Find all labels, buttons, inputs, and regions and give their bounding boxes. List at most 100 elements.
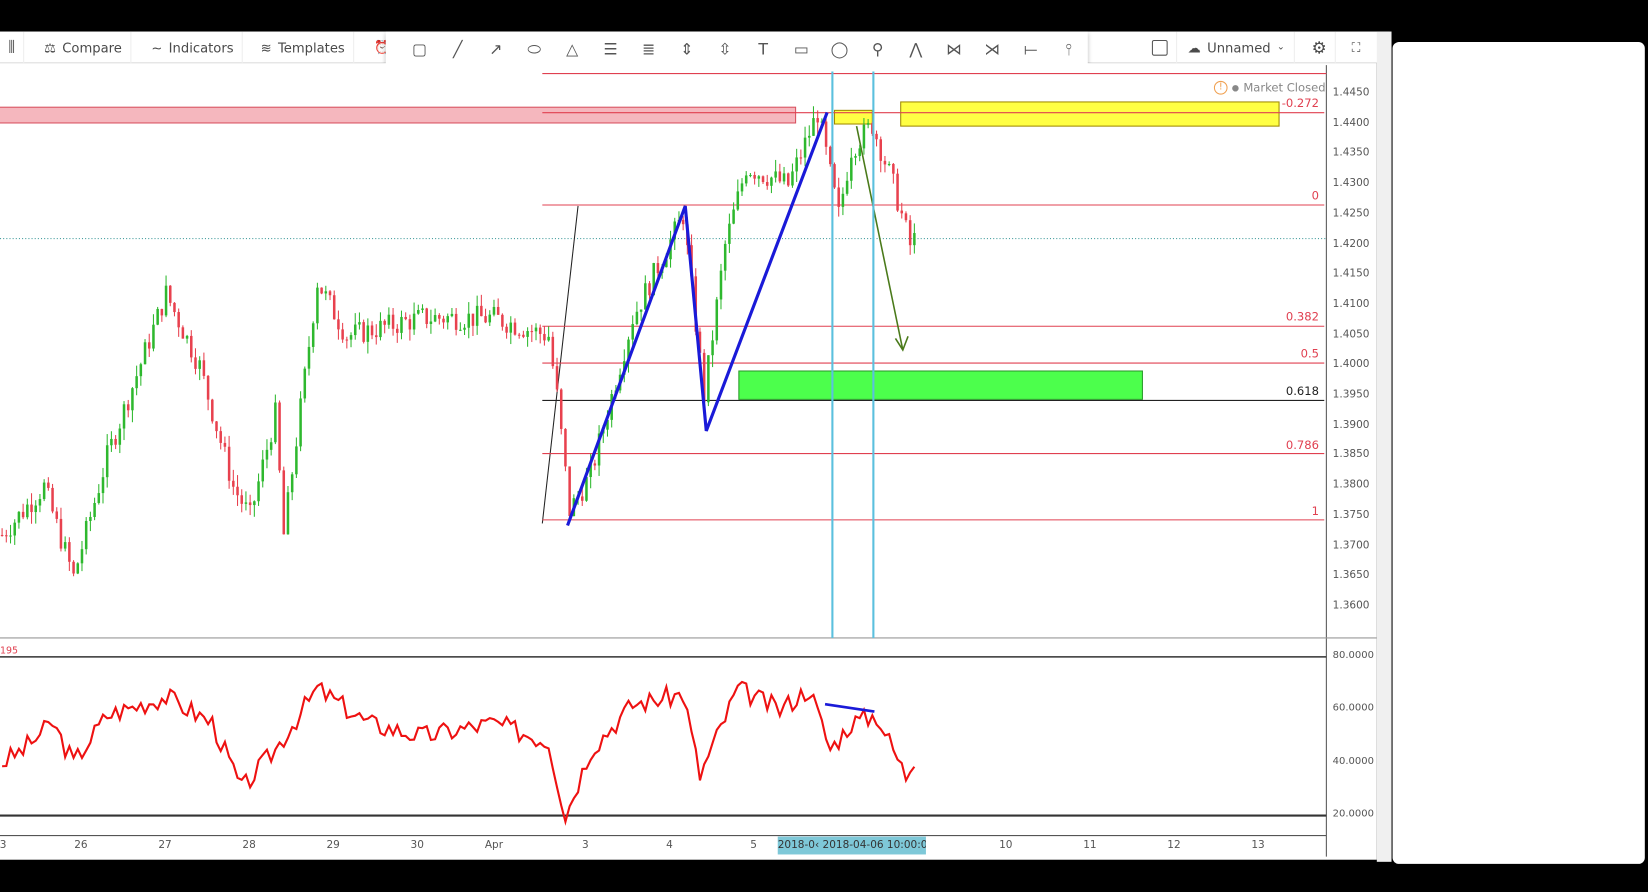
candle-body [202, 360, 206, 376]
rsi-tick-label: 20.0000 [1332, 808, 1374, 820]
demand-zone [738, 370, 1143, 400]
candle-body [433, 315, 437, 322]
candle-body [63, 542, 67, 549]
candle-body [740, 183, 744, 192]
candle-body [417, 310, 420, 314]
candle-body [559, 389, 563, 429]
candle-body [446, 316, 449, 323]
price-chart[interactable] [0, 0, 1377, 862]
candle-body [803, 137, 807, 158]
candle-body [303, 368, 307, 399]
candle-body [707, 355, 710, 403]
candle-body [47, 482, 50, 488]
candle-body [765, 182, 769, 186]
candle-body [892, 163, 895, 174]
candle-body [644, 283, 647, 310]
price-tick-label: 1.4450 [1332, 87, 1370, 99]
candle-body [757, 176, 761, 179]
candle-body [715, 299, 719, 341]
candle-body [656, 263, 660, 274]
candle-body [122, 404, 126, 429]
candle-body [59, 518, 63, 549]
candle-body [328, 291, 332, 296]
candle-body [391, 314, 395, 329]
candle-body [105, 445, 109, 478]
candle-body [522, 334, 525, 337]
candle-body [362, 322, 365, 342]
candle-body [786, 173, 790, 186]
time-tick-label: 13 [1251, 839, 1265, 852]
price-tick-label: 1.3750 [1332, 509, 1370, 522]
fib-level-label: 0.382 [1285, 310, 1320, 325]
candle-body [845, 180, 849, 194]
candle-body [311, 323, 315, 347]
candle-body [450, 313, 454, 317]
candle-body [17, 511, 21, 523]
price-tick-label: 1.3900 [1332, 419, 1370, 431]
candle-body [829, 146, 832, 165]
candle-body [110, 438, 113, 446]
fib-level-label: 0.786 [1285, 437, 1320, 452]
price-tick-label: 1.3850 [1332, 449, 1370, 461]
candle-body [143, 342, 147, 365]
time-tick-label: 28 [242, 839, 256, 852]
candle-body [429, 321, 433, 324]
candle-body [799, 157, 803, 159]
candle-body [505, 326, 508, 333]
candle-body [261, 459, 265, 482]
candle-body [89, 516, 92, 521]
candle-body [904, 213, 908, 221]
candle-body [337, 319, 340, 330]
rsi-tick-label: 60.0000 [1332, 702, 1374, 714]
candle-body [635, 311, 639, 325]
candle-body [875, 133, 878, 140]
candle-body [593, 463, 597, 466]
candle-body [353, 324, 357, 336]
fib-level-label: 0.5 [1300, 347, 1320, 361]
fib-level-label: 0.618 [1285, 384, 1320, 399]
candle-body [374, 335, 378, 338]
candle-body [543, 333, 546, 341]
candle-body [366, 325, 370, 342]
candle-body [185, 335, 189, 339]
candle-body [526, 331, 529, 337]
candle-body [631, 324, 634, 340]
candle-body [379, 320, 382, 338]
dot-icon: ● [1231, 83, 1240, 93]
price-tick-label: 1.4000 [1332, 358, 1370, 371]
candle-body [850, 157, 853, 181]
candle-body [156, 308, 159, 325]
candle-body [496, 306, 500, 315]
candle-body [408, 319, 412, 330]
price-tick-label: 1.3600 [1332, 600, 1370, 612]
time-tick-label: 30 [410, 839, 424, 852]
candle-body [753, 175, 756, 179]
candle-body [808, 135, 811, 138]
candle-body [139, 364, 143, 377]
candle-body [879, 139, 882, 161]
candle-body [370, 325, 374, 336]
candle-body [862, 124, 866, 149]
rsi-divergence-line [824, 702, 875, 713]
panel-divider[interactable] [1376, 31, 1392, 862]
candle-body [227, 446, 231, 481]
candle-body [101, 477, 105, 494]
candle-body [160, 308, 164, 316]
candle-body [719, 270, 723, 300]
candle-body [135, 376, 138, 389]
candle-body [76, 563, 80, 574]
candle-body [761, 176, 765, 183]
candle-body [219, 431, 222, 443]
supply-zone [0, 106, 797, 124]
candle-body [396, 328, 399, 333]
candle-body [501, 314, 504, 327]
time-tick-label: 4 [666, 839, 673, 852]
candle-body [194, 357, 197, 369]
price-tick-label: 1.4400 [1332, 117, 1370, 129]
candle-body [253, 501, 256, 506]
candle-body [173, 302, 176, 313]
fib-level-label: 0 [1311, 189, 1320, 203]
price-tick-label: 1.3950 [1332, 388, 1370, 401]
candle-body [169, 285, 172, 303]
time-tick-label: Apr [484, 839, 504, 852]
